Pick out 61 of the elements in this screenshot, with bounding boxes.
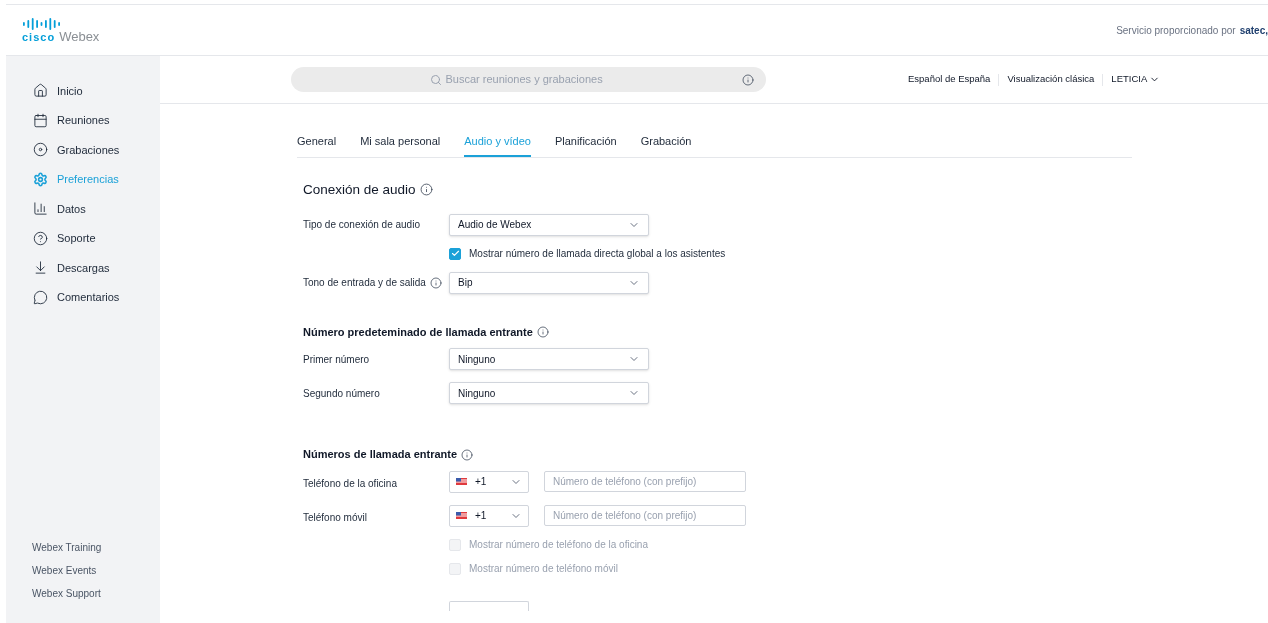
search-icon <box>429 73 442 86</box>
brand-name: Webex <box>59 29 100 43</box>
section-title: Números de llamada entrante <box>303 447 458 463</box>
sidebar-item[interactable]: Soporte <box>6 223 160 253</box>
footer-link[interactable]: Webex Support <box>32 586 160 601</box>
sidebar-item[interactable]: Descargas <box>6 253 160 283</box>
gear-icon <box>33 171 48 187</box>
cisco-wordmark: cisco <box>22 31 56 43</box>
phone-number-field[interactable]: Número de teléfono (con prefijo) <box>544 505 746 527</box>
flag-icon <box>456 512 467 520</box>
dropdown[interactable]: Bip <box>449 271 649 294</box>
info-icon[interactable] <box>742 73 754 86</box>
country-code-dropdown[interactable]: +1 <box>449 470 529 493</box>
checkbox-label: Mostrar número de teléfono de la oficina <box>469 538 648 553</box>
field-label: Segundo número <box>303 386 380 401</box>
tab[interactable]: Mi sala personal <box>360 132 441 157</box>
download-icon <box>33 260 48 276</box>
info-icon[interactable] <box>429 276 442 289</box>
section-title: Número predeteminado de llamada entrante <box>303 324 533 340</box>
sidebar-item[interactable]: Grabaciones <box>6 135 160 165</box>
sidebar-item[interactable]: Inicio <box>6 76 160 106</box>
tab[interactable]: Grabación <box>640 132 692 157</box>
search-field[interactable]: Buscar reuniones y grabaciones <box>445 71 616 88</box>
header-link[interactable]: Español de España <box>900 72 999 87</box>
home-icon <box>33 83 48 99</box>
dropdown[interactable]: Ninguno <box>449 348 649 371</box>
field-label: Primer número <box>303 352 370 367</box>
dropdown[interactable]: Audio de Webex <box>449 213 649 236</box>
tab[interactable]: General <box>297 132 337 157</box>
checkbox-label: Mostrar número de teléfono móvil <box>469 562 618 577</box>
provider-label: Servicio proporcionado por <box>1116 23 1236 38</box>
footer-link[interactable]: Webex Training <box>32 540 160 555</box>
sidebar-item[interactable]: Datos <box>6 194 160 224</box>
field-label: Tono de entrada y de salida <box>303 276 426 291</box>
field-label: Teléfono móvil <box>303 511 367 523</box>
chat-bubble-icon <box>33 289 48 305</box>
info-icon[interactable] <box>461 448 474 461</box>
calendar-icon <box>33 112 48 128</box>
input-field[interactable] <box>449 600 529 611</box>
sidebar-item[interactable]: Comentarios <box>6 282 160 312</box>
country-code-dropdown[interactable]: +1 <box>449 504 529 527</box>
info-icon[interactable] <box>419 183 433 197</box>
provider-name: satec, <box>1239 23 1268 38</box>
header-link[interactable]: Visualización clásica <box>999 72 1103 87</box>
footer-link[interactable]: Webex Events <box>32 563 160 578</box>
bar-chart-icon <box>33 201 48 217</box>
checkbox[interactable] <box>449 247 461 260</box>
checkbox-label: Mostrar número de llamada directa global a los asistentes <box>469 247 726 262</box>
section-title: Conexión de audio <box>303 180 416 199</box>
cisco-bars-icon <box>22 17 62 30</box>
dropdown[interactable]: Ninguno <box>449 382 649 405</box>
sidebar-item[interactable]: Reuniones <box>6 105 160 135</box>
help-icon <box>33 230 48 246</box>
field-label: Teléfono de la oficina <box>303 477 397 489</box>
tab[interactable]: Planificación <box>554 132 617 157</box>
info-icon[interactable] <box>536 326 549 338</box>
flag-icon <box>456 478 467 486</box>
phone-number-field[interactable]: Número de teléfono (con prefijo) <box>544 471 746 493</box>
disc-icon <box>33 142 48 158</box>
user-menu[interactable]: LETICIA <box>1103 72 1169 87</box>
field-label: Tipo de conexión de audio <box>303 218 420 233</box>
